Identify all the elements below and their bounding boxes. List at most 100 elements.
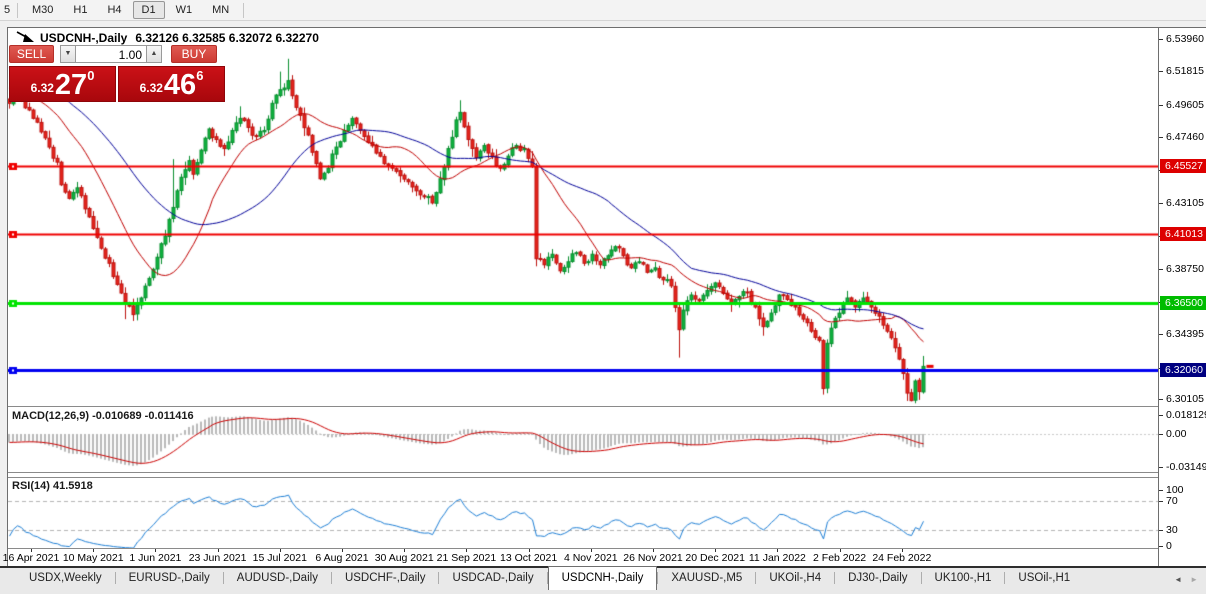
axis-tick-mark — [1159, 269, 1163, 270]
buy-price-box[interactable]: 6.32 46 6 — [118, 66, 225, 102]
date-tick-mark — [280, 549, 281, 552]
timeframe-button-h1[interactable]: H1 — [64, 1, 96, 19]
date-tick-mark — [715, 549, 716, 552]
volume-increase-button[interactable]: ▲ — [146, 45, 162, 63]
chart-tab-uk100-h1[interactable]: UK100-,H1 — [922, 568, 1005, 590]
chart-tab-usdchf-daily[interactable]: USDCHF-,Daily — [332, 568, 439, 590]
sell-price-point: 0 — [87, 68, 94, 83]
chart-ohlc-quotes: 6.32126 6.32585 6.32072 6.32270 — [135, 31, 319, 45]
chart-tab-usdx-weekly[interactable]: USDX,Weekly — [16, 568, 115, 590]
hline-price-badge: 6.36500 — [1160, 296, 1206, 310]
date-tick-mark — [902, 549, 903, 552]
timeframe-button-m30[interactable]: M30 — [23, 1, 62, 19]
macd-axis-label: 0.00 — [1166, 428, 1206, 440]
chart-tab-xauusd-m5[interactable]: XAUUSD-,M5 — [658, 568, 755, 590]
macd-axis-label: 0.018129 — [1166, 409, 1206, 421]
volume-decrease-button[interactable]: ▼ — [60, 45, 76, 63]
date-tick-mark — [777, 549, 778, 552]
price-axis-tick-label: 6.53960 — [1166, 33, 1206, 45]
axis-tick-mark — [1159, 490, 1163, 491]
date-axis-label: 21 Sep 2021 — [437, 552, 497, 564]
rsi-axis-label: 30 — [1166, 524, 1206, 536]
chart-tab-eurusd-daily[interactable]: EURUSD-,Daily — [116, 568, 223, 590]
date-tick-mark — [404, 549, 405, 552]
volume-input[interactable]: 1.00 — [76, 45, 146, 63]
price-axis-tick-label: 6.34395 — [1166, 328, 1206, 340]
timeframe-button-m5-partial[interactable]: 5 — [1, 1, 12, 19]
date-axis-label: 6 Aug 2021 — [315, 552, 368, 564]
one-click-trading-panel: SELL ▼ 1.00 ▲ BUY 6.32 27 0 6.32 46 6 — [9, 45, 227, 102]
rsi-label: RSI(14) 41.5918 — [12, 480, 93, 492]
axis-tick-mark — [1159, 546, 1163, 547]
date-axis-label: 15 Jul 2021 — [253, 552, 307, 564]
timeframe-toolbar: 5 M30H1H4D1W1MN — [0, 0, 1206, 21]
price-axis-tick-label: 6.43105 — [1166, 197, 1206, 209]
axis-tick-mark — [1159, 399, 1163, 400]
date-axis-label: 20 Dec 2021 — [685, 552, 745, 564]
date-tick-mark — [155, 549, 156, 552]
mt4-terminal: { "toolbar": { "partial_item": "5", "ite… — [0, 0, 1206, 594]
price-axis-tick-label: 6.47460 — [1166, 131, 1206, 143]
date-tick-mark — [218, 549, 219, 552]
date-axis-label: 16 Apr 2021 — [3, 552, 60, 564]
date-tick-mark — [591, 549, 592, 552]
tab-scroll-left-icon[interactable]: ◄ — [1174, 575, 1182, 584]
date-tick-mark — [342, 549, 343, 552]
date-axis-label: 30 Aug 2021 — [375, 552, 434, 564]
chart-title: USDCNH-,Daily 6.32126 6.32585 6.32072 6.… — [16, 31, 319, 45]
date-axis-label: 23 Jun 2021 — [189, 552, 247, 564]
macd-axis-label: -0.031495 — [1166, 461, 1206, 473]
axis-tick-mark — [1159, 71, 1163, 72]
price-axis-tick-label: 6.51815 — [1166, 65, 1206, 77]
date-axis-label: 11 Jan 2022 — [749, 552, 806, 564]
buy-button[interactable]: BUY — [171, 45, 217, 63]
axis-tick-mark — [1159, 434, 1163, 435]
date-tick-mark — [31, 549, 32, 552]
date-axis-label: 2 Feb 2022 — [813, 552, 866, 564]
date-axis-label: 10 May 2021 — [63, 552, 124, 564]
sell-price-box[interactable]: 6.32 27 0 — [9, 66, 116, 102]
timeframe-button-mn[interactable]: MN — [203, 1, 238, 19]
sell-price-base: 6.32 — [31, 81, 54, 95]
chart-tab-audusd-daily[interactable]: AUDUSD-,Daily — [224, 568, 331, 590]
date-axis-label: 24 Feb 2022 — [872, 552, 931, 564]
chart-tab-bar: USDX,WeeklyEURUSD-,DailyAUDUSD-,DailyUSD… — [0, 566, 1206, 594]
panel-separator — [8, 472, 1158, 473]
price-axis-tick-label: 6.30105 — [1166, 393, 1206, 405]
date-axis-label: 13 Oct 2021 — [500, 552, 557, 564]
toolbar-separator — [243, 3, 244, 18]
hline-price-badge: 6.32060 — [1160, 363, 1206, 377]
panel-separator — [8, 406, 1158, 407]
sell-button[interactable]: SELL — [9, 45, 54, 63]
axis-tick-mark — [1159, 530, 1163, 531]
tab-scroll-right-icon[interactable]: ► — [1190, 575, 1198, 584]
hline-price-badge: 6.45527 — [1160, 159, 1206, 173]
rsi-axis-label: 0 — [1166, 540, 1206, 552]
axis-tick-mark — [1159, 137, 1163, 138]
timeframe-button-d1[interactable]: D1 — [133, 1, 165, 19]
chart-tab-usoil-h1[interactable]: USOil-,H1 — [1005, 568, 1083, 590]
chart-tab-dj30-daily[interactable]: DJ30-,Daily — [835, 568, 920, 590]
macd-label: MACD(12,26,9) -0.010689 -0.011416 — [12, 410, 194, 422]
chart-tab-usdcad-daily[interactable]: USDCAD-,Daily — [439, 568, 546, 590]
date-axis-label: 1 Jun 2021 — [129, 552, 181, 564]
timeframe-button-w1[interactable]: W1 — [167, 1, 202, 19]
date-axis-label: 26 Nov 2021 — [623, 552, 683, 564]
buy-price-point: 6 — [196, 68, 203, 83]
date-tick-mark — [653, 549, 654, 552]
chart-tab-usdcnh-daily[interactable]: USDCNH-,Daily — [548, 566, 658, 590]
price-axis: 6.539606.518156.496056.474606.452506.431… — [1158, 28, 1206, 566]
chart-tab-ukoil-h4[interactable]: UKOil-,H4 — [756, 568, 834, 590]
price-axis-tick-label: 6.49605 — [1166, 99, 1206, 111]
axis-tick-mark — [1159, 203, 1163, 204]
date-tick-mark — [466, 549, 467, 552]
axis-tick-mark — [1159, 105, 1163, 106]
axis-tick-mark — [1159, 415, 1163, 416]
timeframe-button-h4[interactable]: H4 — [98, 1, 130, 19]
chart-pointer-icon — [16, 31, 36, 45]
date-axis-label: 4 Nov 2021 — [564, 552, 618, 564]
axis-tick-mark — [1159, 501, 1163, 502]
rsi-axis-label: 70 — [1166, 495, 1206, 507]
date-axis: 16 Apr 202110 May 20211 Jun 202123 Jun 2… — [8, 549, 1158, 566]
rsi-indicator-canvas[interactable] — [8, 478, 1158, 548]
